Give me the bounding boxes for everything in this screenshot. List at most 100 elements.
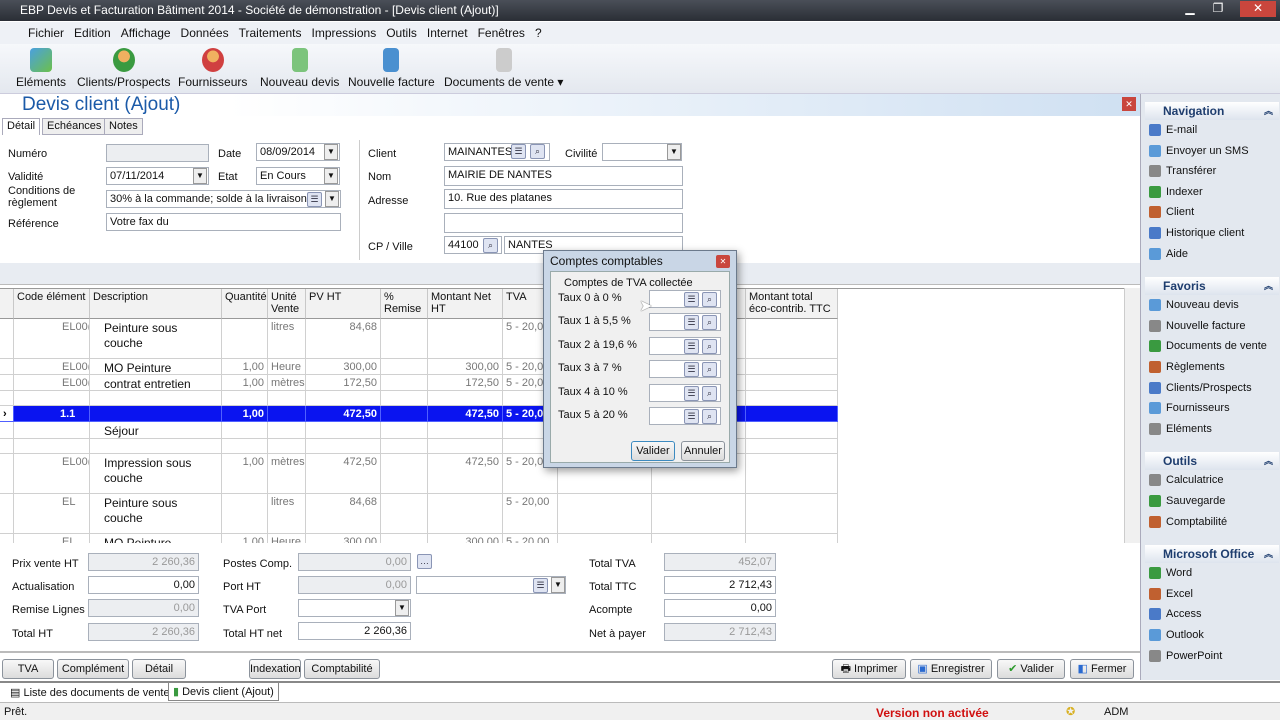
panel-item[interactable]: Règlements xyxy=(1147,361,1225,373)
cell[interactable] xyxy=(746,391,838,406)
list-icon[interactable]: ☰ xyxy=(684,385,699,401)
complement-button[interactable]: Complément xyxy=(57,659,129,679)
actualisation-field[interactable]: 0,00 xyxy=(88,576,199,594)
panel-section-header[interactable]: Navigation ︽ xyxy=(1145,102,1279,120)
cell-pv[interactable]: 472,50 xyxy=(306,454,381,494)
panel-item[interactable]: Eléments xyxy=(1147,422,1212,435)
cell-desc[interactable]: Impression sous couche xyxy=(90,454,222,494)
cell-remise[interactable] xyxy=(381,406,428,422)
cell-unit[interactable] xyxy=(268,422,306,439)
chevron-down-icon[interactable]: ▼ xyxy=(324,144,338,160)
minimize-button[interactable]: ▁ xyxy=(1176,1,1204,17)
numero-field[interactable] xyxy=(106,144,209,162)
list-icon[interactable]: ☰ xyxy=(684,338,699,354)
panel-item[interactable]: Aide xyxy=(1147,247,1188,260)
list-icon[interactable]: ☰ xyxy=(684,362,699,378)
cell-unit[interactable] xyxy=(268,391,306,406)
cell-qty[interactable] xyxy=(222,391,268,406)
cell-montant[interactable] xyxy=(428,422,503,439)
cell-desc[interactable]: MO Peinture xyxy=(90,359,222,375)
cell-pv[interactable] xyxy=(306,439,381,454)
cell-code[interactable] xyxy=(14,391,90,406)
panel-section-header[interactable]: Favoris ︽ xyxy=(1145,277,1279,296)
panel-item[interactable]: Calculatrice xyxy=(1147,474,1223,487)
cell-desc[interactable]: Peinture sous couche xyxy=(90,319,222,359)
list-icon[interactable]: ☰ xyxy=(684,409,699,424)
cell[interactable] xyxy=(746,439,838,454)
cell-desc[interactable] xyxy=(90,406,222,422)
row-indicator[interactable] xyxy=(0,391,14,406)
toolbar-nouvelle-facture[interactable]: Nouvelle facture xyxy=(348,48,435,89)
panel-item[interactable]: Comptabilité xyxy=(1147,515,1227,528)
column-header[interactable]: Montant Net HT xyxy=(428,289,503,319)
comptabilite-button[interactable]: Comptabilité xyxy=(304,659,380,679)
cell[interactable] xyxy=(746,359,838,375)
panel-section-header[interactable]: Outils ︽ xyxy=(1145,452,1279,471)
cell-unit[interactable]: mètres carrés xyxy=(268,454,306,494)
row-indicator[interactable] xyxy=(0,319,14,359)
column-header[interactable]: Code élément xyxy=(14,289,90,319)
chevron-down-icon[interactable]: ▼ xyxy=(325,191,339,207)
column-header[interactable]: Montant total éco-contrib. TTC xyxy=(746,289,838,319)
cell-pv[interactable]: 300,00 xyxy=(306,359,381,375)
cell-unit[interactable]: Heure xyxy=(268,534,306,543)
cell-montant[interactable] xyxy=(428,439,503,454)
cell-code[interactable] xyxy=(14,422,90,439)
cell-unit[interactable] xyxy=(268,406,306,422)
search-icon[interactable]: ⌕ xyxy=(702,292,717,307)
adresse-field-1[interactable]: 10. Rue des platanes xyxy=(444,189,683,209)
tab-notes[interactable]: Notes xyxy=(104,118,143,135)
cell-desc[interactable]: Séjour xyxy=(90,422,222,439)
cell-desc[interactable]: contrat entretien xyxy=(90,375,222,391)
cell-desc[interactable]: Peinture sous couche xyxy=(90,494,222,534)
chevron-down-icon[interactable]: ▼ xyxy=(193,168,207,184)
menu-donnees[interactable]: Données xyxy=(181,26,229,40)
panel-item[interactable]: Outlook xyxy=(1147,629,1204,641)
menu-traitements[interactable]: Traitements xyxy=(239,26,302,40)
collapse-icon[interactable]: ︽ xyxy=(1264,279,1273,292)
cell-code[interactable]: EL00( xyxy=(14,319,90,359)
more-button[interactable]: … xyxy=(417,554,432,569)
restore-button[interactable]: ❐ xyxy=(1204,1,1232,17)
cell-pv[interactable] xyxy=(306,391,381,406)
cell-unit[interactable]: mètres c xyxy=(268,375,306,391)
menu-fenetres[interactable]: Fenêtres xyxy=(478,26,525,40)
panel-item[interactable]: Nouveau devis xyxy=(1147,299,1239,312)
cell[interactable] xyxy=(746,494,838,534)
search-icon[interactable]: ⌕ xyxy=(702,362,717,378)
cell-qty[interactable] xyxy=(222,439,268,454)
panel-item[interactable]: Envoyer un SMS xyxy=(1147,144,1249,157)
list-icon[interactable]: ☰ xyxy=(684,292,699,307)
cell[interactable] xyxy=(746,375,838,391)
list-icon[interactable]: ☰ xyxy=(684,315,699,331)
cell[interactable] xyxy=(558,534,652,543)
cell-pv[interactable] xyxy=(306,422,381,439)
panel-item[interactable]: Sauvegarde xyxy=(1147,495,1225,507)
imprimer-button[interactable]: 🖶 Imprimer xyxy=(832,659,906,679)
cell-unit[interactable] xyxy=(268,439,306,454)
column-header[interactable]: Quantité xyxy=(222,289,268,319)
cell-desc[interactable] xyxy=(90,391,222,406)
menu-impressions[interactable]: Impressions xyxy=(312,26,377,40)
cell-qty[interactable] xyxy=(222,319,268,359)
cell-tva[interactable]: 5 - 20,00 xyxy=(503,534,558,543)
panel-item[interactable]: Client xyxy=(1147,206,1194,219)
tva-button[interactable]: TVA xyxy=(2,659,54,679)
collapse-icon[interactable]: ︽ xyxy=(1264,547,1273,560)
doc-tab-devis[interactable]: ▮ Devis client (Ajout) xyxy=(168,683,279,701)
cell-pv[interactable]: 472,50 xyxy=(306,406,381,422)
cell-pv[interactable]: 300,00 xyxy=(306,534,381,543)
chevron-down-icon[interactable]: ▼ xyxy=(324,168,338,184)
cell-remise[interactable] xyxy=(381,391,428,406)
menu-outils[interactable]: Outils xyxy=(386,26,417,40)
cell-remise[interactable] xyxy=(381,422,428,439)
row-indicator[interactable] xyxy=(0,439,14,454)
nom-field[interactable]: MAIRIE DE NANTES xyxy=(444,166,683,186)
panel-item[interactable]: Historique client xyxy=(1147,227,1244,239)
acompte-field[interactable]: 0,00 xyxy=(664,599,776,617)
menu-help[interactable]: ? xyxy=(535,26,542,40)
cell-montant[interactable] xyxy=(428,494,503,534)
cell-remise[interactable] xyxy=(381,454,428,494)
column-header[interactable]: PV HT xyxy=(306,289,381,319)
tab-detail[interactable]: Détail xyxy=(2,118,41,135)
